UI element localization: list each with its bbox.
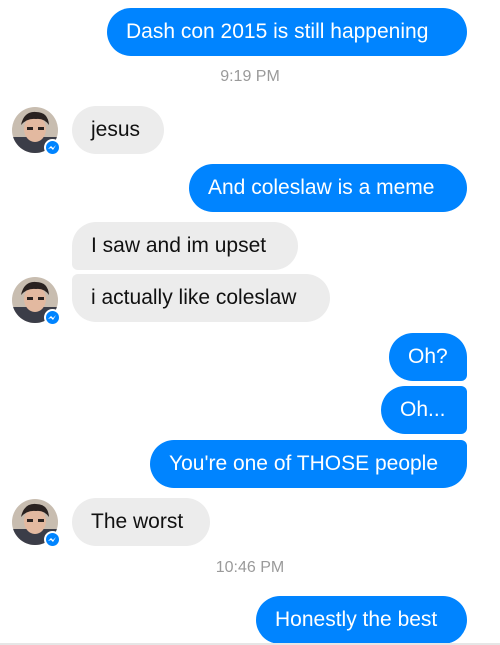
messenger-badge-icon xyxy=(44,531,61,548)
message-bubble-outgoing[interactable]: Oh... xyxy=(381,386,467,434)
messenger-badge-icon xyxy=(44,139,61,156)
message-bubble-outgoing[interactable]: Oh? xyxy=(389,333,467,381)
message-bubble-outgoing[interactable]: Dash con 2015 is still happening xyxy=(107,8,467,56)
message-bubble-incoming[interactable]: The worst xyxy=(72,498,210,546)
timestamp: 10:46 PM xyxy=(215,559,285,576)
message-bubble-incoming[interactable]: i actually like coleslaw xyxy=(72,274,330,322)
message-bubble-outgoing[interactable]: Honestly the best xyxy=(256,596,467,644)
timestamp: 9:19 PM xyxy=(220,68,280,85)
messenger-badge-icon xyxy=(44,309,61,326)
contact-avatar[interactable] xyxy=(12,277,61,326)
message-bubble-outgoing[interactable]: And coleslaw is a meme xyxy=(189,164,467,212)
message-bubble-outgoing[interactable]: You're one of THOSE people xyxy=(150,440,467,488)
message-bubble-incoming[interactable]: jesus xyxy=(72,106,164,154)
contact-avatar[interactable] xyxy=(12,499,61,548)
message-bubble-incoming[interactable]: I saw and im upset xyxy=(72,222,298,270)
contact-avatar[interactable] xyxy=(12,107,61,156)
